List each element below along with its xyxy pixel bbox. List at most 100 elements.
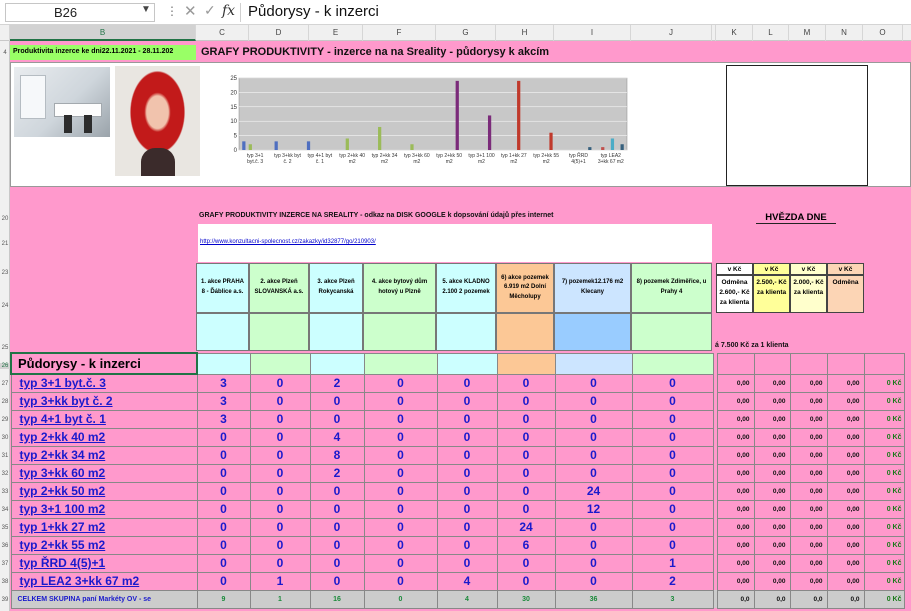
- action-header-4[interactable]: 4. akce bytový dům hotový u Plzně: [363, 263, 436, 313]
- row-label-cell[interactable]: typ 3+kk 60 m2: [10, 463, 198, 483]
- action-header-7[interactable]: 7) pozemek12.176 m2 Klecany: [554, 263, 631, 313]
- value-cell[interactable]: 0: [631, 373, 714, 393]
- reward-cell[interactable]: 0,00: [716, 373, 755, 393]
- value-cell[interactable]: 36: [554, 589, 633, 609]
- reward-cell[interactable]: 0,00: [716, 571, 755, 591]
- row-header[interactable]: 24: [0, 303, 10, 309]
- row-header[interactable]: 39: [0, 597, 10, 603]
- reward-cell[interactable]: 0,0: [753, 589, 791, 609]
- action-subheader-6[interactable]: [496, 313, 554, 351]
- reward-cell[interactable]: 0,00: [826, 481, 865, 501]
- column-header[interactable]: N: [826, 25, 863, 41]
- action-header-6[interactable]: 6) akce pozemek 6.919 m2 Dolní Měcholupy: [496, 263, 554, 313]
- row-header[interactable]: 37: [0, 561, 10, 567]
- reward-cell[interactable]: 0,00: [789, 481, 828, 501]
- value-cell[interactable]: 1: [249, 589, 311, 609]
- row-header[interactable]: 25: [0, 345, 10, 351]
- action-header-8[interactable]: 8) pozemek Zdiměřice, u Prahy 4: [631, 263, 712, 313]
- value-cell[interactable]: 0: [363, 589, 438, 609]
- reward-cell[interactable]: 0,0: [789, 589, 828, 609]
- reward-cell[interactable]: 0,00: [716, 535, 755, 555]
- value-cell[interactable]: 0: [631, 535, 714, 555]
- reward-cell[interactable]: 0,00: [716, 463, 755, 483]
- total-cell[interactable]: 0 Kč: [863, 553, 905, 573]
- value-cell[interactable]: 0: [496, 373, 556, 393]
- value-cell[interactable]: 16: [309, 589, 365, 609]
- url-cell[interactable]: http://www.konzultacni-spolecnost.cz/zak…: [198, 224, 712, 262]
- value-cell[interactable]: 6: [496, 535, 556, 555]
- value-cell[interactable]: 0: [554, 571, 633, 591]
- value-cell[interactable]: 0: [554, 535, 633, 555]
- office-photo[interactable]: [14, 67, 110, 137]
- total-cell[interactable]: 0 Kč: [863, 535, 905, 555]
- value-cell[interactable]: 0: [196, 445, 251, 465]
- value-cell[interactable]: 0: [436, 481, 498, 501]
- reward-unit-4[interactable]: v Kč: [827, 263, 864, 275]
- value-cell[interactable]: 0: [309, 571, 365, 591]
- column-header[interactable]: J: [631, 25, 712, 41]
- productivity-bar-chart[interactable]: 0510152025typ 3+1byt.č. 3typ 3+kk bytč. …: [229, 72, 629, 182]
- action-subheader-5[interactable]: [436, 313, 496, 351]
- value-cell[interactable]: 0: [631, 427, 714, 447]
- row-header[interactable]: 34: [0, 507, 10, 513]
- reward-unit-3[interactable]: v Kč: [790, 263, 827, 275]
- reward-cell[interactable]: [789, 352, 828, 375]
- reward-cell[interactable]: 0,00: [826, 409, 865, 429]
- reward-cell[interactable]: 0,00: [716, 427, 755, 447]
- value-cell[interactable]: 2: [309, 463, 365, 483]
- reward-cell[interactable]: 0,00: [826, 571, 865, 591]
- column-header[interactable]: C: [196, 25, 249, 41]
- value-cell[interactable]: 0: [436, 517, 498, 537]
- value-cell[interactable]: 0: [631, 499, 714, 519]
- reward-cell[interactable]: [826, 352, 865, 375]
- value-cell[interactable]: 0: [363, 445, 438, 465]
- value-cell[interactable]: 0: [436, 445, 498, 465]
- reward-cell[interactable]: 0,00: [716, 499, 755, 519]
- reward-cell[interactable]: 0,00: [789, 571, 828, 591]
- action-subheader-8[interactable]: [631, 313, 712, 351]
- value-cell[interactable]: 0: [249, 427, 311, 447]
- column-header[interactable]: D: [249, 25, 309, 41]
- reward-cell[interactable]: 0,00: [753, 427, 791, 447]
- row-header[interactable]: 23: [0, 270, 10, 276]
- value-cell[interactable]: 9: [196, 589, 251, 609]
- reward-cell[interactable]: 0,00: [789, 535, 828, 555]
- column-header[interactable]: G: [436, 25, 496, 41]
- value-cell[interactable]: 2: [631, 571, 714, 591]
- value-cell[interactable]: 0: [196, 535, 251, 555]
- value-cell[interactable]: [631, 352, 714, 375]
- value-cell[interactable]: 30: [496, 589, 556, 609]
- reward-cell[interactable]: 0,00: [826, 499, 865, 519]
- row-header[interactable]: 35: [0, 525, 10, 531]
- value-cell[interactable]: 0: [363, 373, 438, 393]
- value-cell[interactable]: 12: [554, 499, 633, 519]
- column-header[interactable]: L: [753, 25, 789, 41]
- value-cell[interactable]: 0: [196, 553, 251, 573]
- row-label-cell[interactable]: typ 2+kk 34 m2: [10, 445, 198, 465]
- value-cell[interactable]: 0: [363, 517, 438, 537]
- total-cell[interactable]: 0 Kč: [863, 373, 905, 393]
- google-disk-link[interactable]: http://www.konzultacni-spolecnost.cz/zak…: [200, 239, 376, 245]
- reward-cell[interactable]: 0,00: [789, 373, 828, 393]
- row-header[interactable]: 26: [0, 363, 10, 369]
- row-header[interactable]: 28: [0, 399, 10, 405]
- value-cell[interactable]: 0: [631, 517, 714, 537]
- value-cell[interactable]: 0: [496, 427, 556, 447]
- value-cell[interactable]: 0: [554, 409, 633, 429]
- row-label-cell[interactable]: typ 3+kk byt č. 2: [10, 391, 198, 411]
- value-cell[interactable]: 0: [363, 427, 438, 447]
- value-cell[interactable]: [249, 352, 311, 375]
- row-header[interactable]: 27: [0, 381, 10, 387]
- value-cell[interactable]: 0: [496, 571, 556, 591]
- reward-cell[interactable]: 0,00: [826, 553, 865, 573]
- reward-label-1[interactable]: Odměna 2.600,- Kč za klienta: [716, 275, 753, 313]
- reward-cell[interactable]: 0,00: [716, 481, 755, 501]
- row-label-cell[interactable]: typ 2+kk 40 m2: [10, 427, 198, 447]
- chevron-down-icon[interactable]: ▼: [141, 4, 151, 15]
- reward-cell[interactable]: 0,00: [753, 463, 791, 483]
- name-box[interactable]: B26: [5, 3, 155, 22]
- action-header-1[interactable]: 1. akce PRAHA 8 - Ďáblice a.s.: [196, 263, 249, 313]
- value-cell[interactable]: 24: [554, 481, 633, 501]
- reward-cell[interactable]: 0,00: [753, 553, 791, 573]
- row-header[interactable]: 21: [0, 241, 10, 247]
